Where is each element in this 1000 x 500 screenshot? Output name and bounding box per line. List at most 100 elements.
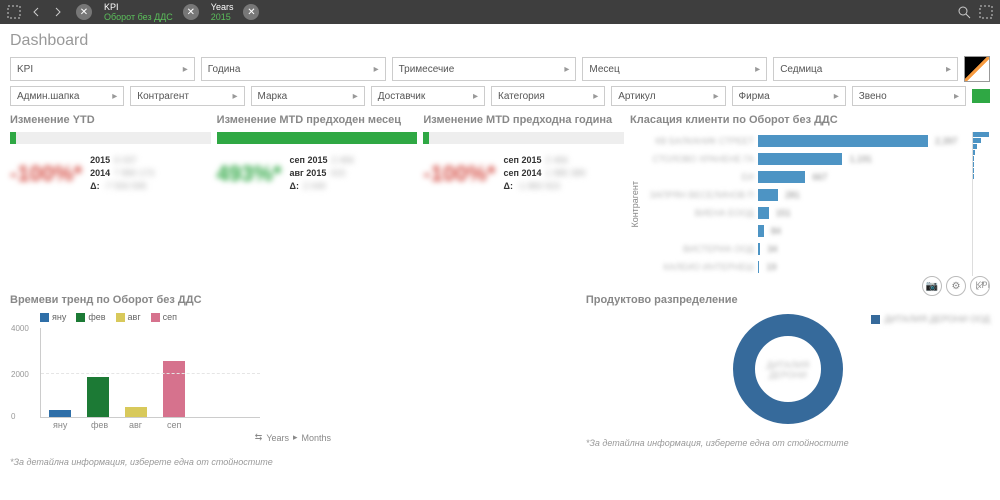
kpi-detail-lines: сеп 20152 466 авг 2015415 Δ:2 049: [290, 154, 355, 193]
filter-article[interactable]: Артикул▸: [611, 86, 725, 106]
filter-week[interactable]: Седмица▸: [773, 57, 958, 81]
kpi-mtd-prev-month: Изменение MTD предходен месец 493%* сеп …: [217, 114, 418, 290]
back-icon[interactable]: [28, 4, 44, 20]
client-bar-row[interactable]: КАЛЕИО ИНТЕРНЕШ19: [644, 258, 968, 276]
chevron-right-icon: ▸: [755, 64, 760, 75]
filter-unit[interactable]: Звено▸: [852, 86, 966, 106]
clear-all-icon[interactable]: ✕: [76, 4, 92, 20]
kpi-percent: -100%*: [423, 161, 495, 187]
chevron-right-icon: ▸: [112, 91, 117, 102]
filters-row-secondary: Админ.шапка▸ Контрагент▸ Марка▸ Доставчи…: [0, 84, 1000, 108]
chevron-right-icon: ▸: [183, 64, 188, 75]
search-icon[interactable]: [956, 4, 972, 20]
client-bar-row[interactable]: ВИЕНА ЕООД151: [644, 204, 968, 222]
y-tick: 4000: [11, 324, 29, 333]
client-bar-row[interactable]: СТОЛОВО ХРАНЕНЕ ГА1,191: [644, 150, 968, 168]
chevron-right-icon: ▸: [564, 64, 569, 75]
trend-bar[interactable]: [125, 407, 147, 417]
filter-value: Оборот без ДДС: [104, 12, 173, 22]
y-tick: 2000: [11, 370, 29, 379]
donut-chart[interactable]: ДИТАЛИЯ ДЕРОНИ: [733, 314, 843, 424]
legend-swatch: [871, 315, 880, 324]
trend-bar[interactable]: [49, 410, 71, 417]
filter-brand[interactable]: Марка▸: [251, 86, 365, 106]
hierarchy-icon: ⇆: [255, 432, 263, 443]
filters-row-primary: KPI▸ Година▸ Тримесечие▸ Месец▸ Седмица▸: [0, 54, 1000, 84]
chevron-right-icon: ▸: [374, 64, 379, 75]
filter-company[interactable]: Фирма▸: [732, 86, 846, 106]
top-toolbar: ✕ KPI Оборот без ДДС ✕ Years 2015 ✕: [0, 0, 1000, 24]
client-bar-row[interactable]: ЕИ667: [644, 168, 968, 186]
trend-legend: януфев авгсеп: [40, 312, 576, 322]
client-bar-row[interactable]: КВ БАЛКАНИК СТРЕЕТ2,397: [644, 132, 968, 150]
client-bar-row[interactable]: ВИСТЕРИА ООД34: [644, 240, 968, 258]
donut-legend: ДИТАЛИЯ ДЕРОНИ ООД: [871, 314, 990, 324]
active-filter-kpi[interactable]: KPI Оборот без ДДС: [104, 2, 173, 22]
filter-admin[interactable]: Админ.шапка▸: [10, 86, 124, 106]
filter-label: Years: [211, 2, 234, 12]
filter-category[interactable]: Категория▸: [491, 86, 605, 106]
clients-bar-chart[interactable]: КВ БАЛКАНИК СТРЕЕТ2,397СТОЛОВО ХРАНЕНЕ Г…: [644, 132, 968, 276]
mtd-year-sparkbar: [423, 132, 624, 144]
kpi-mtd-prev-year: Изменение MTD предходна година -100%* се…: [423, 114, 624, 290]
legend-item[interactable]: фев: [76, 312, 105, 322]
chevron-right-icon: ▸: [473, 91, 478, 102]
filter-kpi[interactable]: KPI▸: [10, 57, 195, 81]
active-filter-years[interactable]: Years 2015: [211, 2, 234, 22]
settings-icon[interactable]: ⚙: [946, 276, 966, 296]
time-trend-panel: Времеви тренд по Оборот без ДДС януфев ав…: [10, 294, 576, 467]
filter-month[interactable]: Месец▸: [582, 57, 767, 81]
filter-quarter[interactable]: Тримесечие▸: [392, 57, 577, 81]
close-icon[interactable]: ✕: [183, 4, 199, 20]
kpi-percent: -100%*: [10, 161, 82, 187]
section-title: Класация клиенти по Оборот без ДДС: [630, 114, 990, 126]
chevron-right-icon: ▸: [954, 91, 959, 102]
filter-label: KPI: [104, 2, 173, 12]
client-bar-row[interactable]: ЗАПРЯН ВЕСЕЛИНОВ П281: [644, 186, 968, 204]
section-title: Изменение MTD предходна година: [423, 114, 624, 126]
client-bar-row[interactable]: 84: [644, 222, 968, 240]
donut-center-label: ДИТАЛИЯ ДЕРОНИ: [762, 360, 815, 380]
legend-item[interactable]: авг: [116, 312, 141, 322]
ytd-sparkbar: [10, 132, 211, 144]
fullscreen-icon[interactable]: ⤢: [970, 276, 990, 296]
trend-bar-chart[interactable]: 4000 2000 0 януфевавгсеп: [40, 328, 260, 418]
lower-row: Времеви тренд по Оборот без ДДС януфев ав…: [0, 290, 1000, 471]
snapshot-icon[interactable]: 📷: [922, 276, 942, 296]
section-title: Изменение YTD: [10, 114, 211, 126]
y-axis-label: Контрагент: [630, 181, 640, 228]
kpi-ytd: Изменение YTD -100%* 20156 037 20147 890…: [10, 114, 211, 290]
filter-value: 2015: [211, 12, 234, 22]
trend-bar[interactable]: [87, 377, 109, 418]
clients-ranking: Класация клиенти по Оборот без ДДС Контр…: [630, 114, 990, 290]
selection-icon[interactable]: [6, 4, 22, 20]
chevron-right-icon: ▸: [353, 91, 358, 102]
kpi-percent: 493%*: [217, 161, 282, 187]
kpi-detail-lines: сеп 20152 466 сеп 20141 985 389 Δ:-1 883…: [504, 154, 586, 193]
section-title: Изменение MTD предходен месец: [217, 114, 418, 126]
drill-hierarchy[interactable]: ⇆ Years ▸ Months: [10, 432, 576, 443]
trend-bar[interactable]: [163, 361, 185, 417]
filter-counterparty[interactable]: Контрагент▸: [130, 86, 244, 106]
chevron-right-icon: ▸: [232, 91, 237, 102]
clients-minimap[interactable]: [972, 132, 990, 276]
filter-year[interactable]: Година▸: [201, 57, 386, 81]
brand-logo: [964, 56, 990, 82]
chart-toolbar: 📷 ⚙ ⤢: [922, 276, 990, 296]
close-icon[interactable]: ✕: [243, 4, 259, 20]
filter-supplier[interactable]: Доставчик▸: [371, 86, 485, 106]
page-title: Dashboard: [0, 24, 1000, 54]
legend-item[interactable]: сеп: [151, 312, 177, 322]
chevron-right-icon: ▸: [293, 432, 298, 443]
kpi-row: Изменение YTD -100%* 20156 037 20147 890…: [0, 108, 1000, 290]
chevron-right-icon: ▸: [834, 91, 839, 102]
forward-icon[interactable]: [50, 4, 66, 20]
chevron-right-icon: ▸: [946, 64, 951, 75]
product-distribution-panel: 📷 ⚙ ⤢ Продуктово разпределение ДИТАЛИЯ Д…: [586, 294, 990, 467]
section-title: Времеви тренд по Оборот без ДДС: [10, 294, 576, 306]
y-tick: 0: [11, 412, 15, 421]
expand-icon[interactable]: [978, 4, 994, 20]
kpi-detail-lines: 20156 037 20147 890 173 Δ:-7 593 595: [90, 154, 154, 193]
legend-item[interactable]: яну: [40, 312, 66, 322]
mtd-sparkbar: [217, 132, 418, 144]
